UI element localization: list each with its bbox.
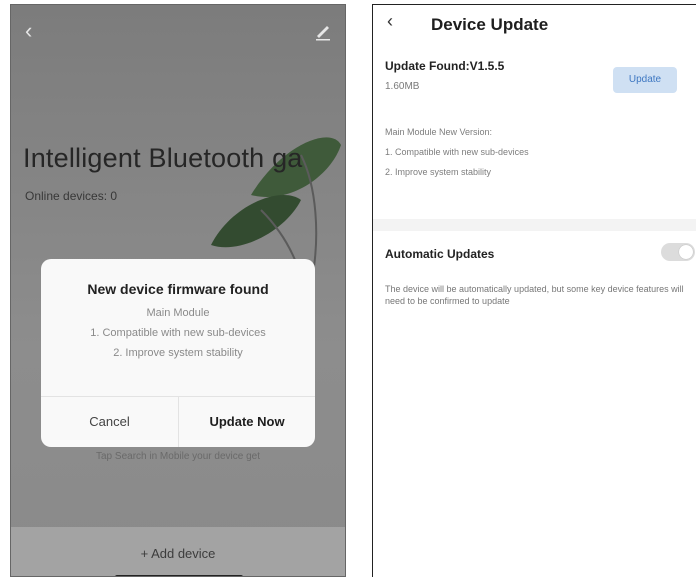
- online-devices-count: Online devices: 0: [25, 189, 118, 203]
- update-button[interactable]: Update: [613, 67, 677, 93]
- update-found-label: Update Found:V1.5.5: [385, 59, 505, 73]
- release-note: 2. Improve system stability: [385, 167, 492, 177]
- release-note: Main Module New Version:: [385, 127, 493, 137]
- home-screen: ‹ Intelligent Bluetooth ga Online device…: [10, 4, 346, 577]
- firmware-dialog: New device firmware found Main Module 1.…: [41, 259, 315, 447]
- auto-updates-toggle[interactable]: [661, 243, 695, 261]
- auto-updates-label: Automatic Updates: [385, 247, 495, 261]
- pencil-icon[interactable]: [311, 19, 335, 43]
- dialog-change-line: 1. Compatible with new sub-devices: [90, 327, 266, 339]
- dialog-title: New device firmware found: [87, 281, 269, 297]
- page-title: Device Update: [431, 15, 549, 34]
- device-title: Intelligent Bluetooth ga: [23, 143, 303, 173]
- update-card: Update Found:V1.5.5 1.60MB Update Main M…: [373, 47, 696, 219]
- dialog-module-line: Main Module: [146, 307, 210, 319]
- back-icon[interactable]: ‹: [25, 19, 49, 43]
- auto-update-card: Automatic Updates The device will be aut…: [373, 231, 696, 577]
- add-device-button[interactable]: + Add device: [11, 546, 345, 561]
- toggle-knob: [679, 245, 693, 259]
- header: ‹ Device Update: [373, 5, 696, 47]
- cancel-button[interactable]: Cancel: [41, 396, 178, 447]
- back-icon[interactable]: ‹: [387, 11, 393, 32]
- update-size: 1.60MB: [385, 81, 420, 92]
- hint-text: Tap Search in Mobile your device get: [96, 451, 260, 462]
- dialog-change-line: 2. Improve system stability: [113, 347, 243, 359]
- auto-updates-description: The device will be automatically updated…: [385, 284, 684, 306]
- release-note: 1. Compatible with new sub-devices: [385, 147, 529, 157]
- device-update-screen: ‹ Device Update Update Found:V1.5.5 1.60…: [372, 4, 696, 577]
- update-now-button[interactable]: Update Now: [179, 396, 315, 447]
